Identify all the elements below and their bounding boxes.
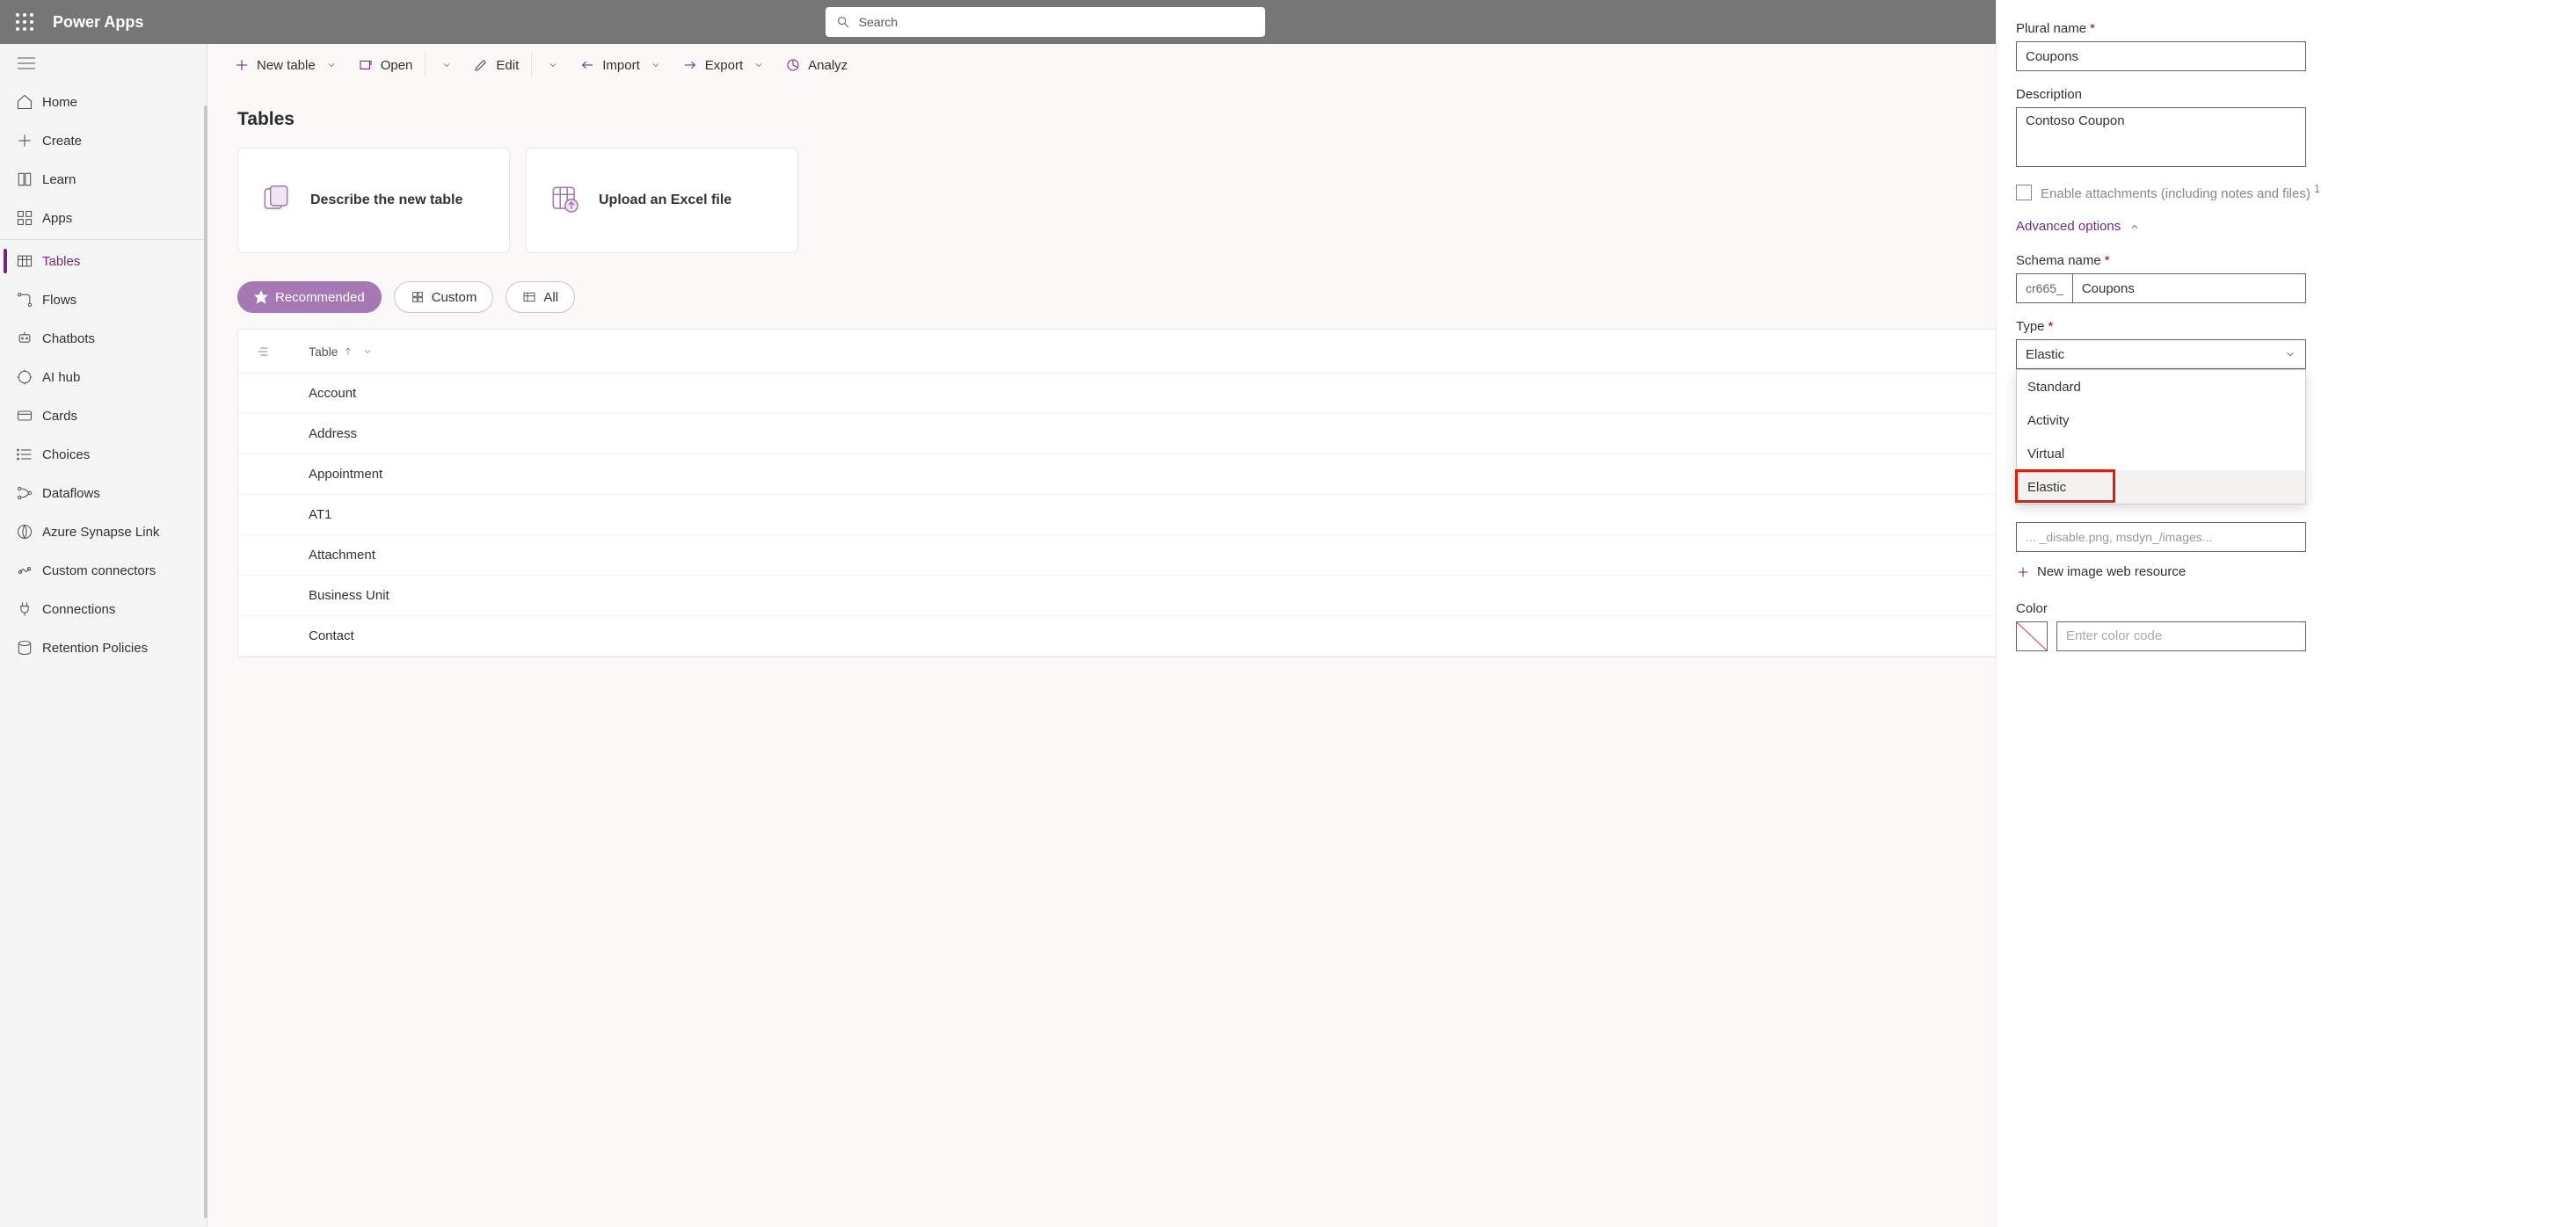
nav-learn[interactable]: Learn — [0, 160, 207, 199]
card-icon — [16, 407, 33, 425]
apps-icon — [16, 209, 33, 227]
import-button[interactable]: Import — [571, 44, 673, 86]
left-nav: Home Create Learn Apps Tables Flows Chat… — [0, 44, 207, 1227]
app-brand: Power Apps — [53, 13, 143, 32]
plus-icon — [16, 132, 33, 149]
new-image-link[interactable]: New image web resource — [2016, 564, 2186, 579]
table-icon — [16, 252, 33, 270]
nav-home[interactable]: Home — [0, 83, 207, 121]
waffle-icon[interactable] — [14, 11, 35, 33]
open-icon — [358, 57, 374, 73]
import-icon — [579, 57, 595, 73]
nav-chatbots[interactable]: Chatbots — [0, 319, 207, 358]
pill-recommended[interactable]: Recommended — [237, 281, 382, 313]
home-icon — [16, 93, 33, 111]
indent-icon — [256, 345, 270, 359]
schema-name-label: Schema name — [2016, 253, 2101, 268]
image-input[interactable]: ... _disable.png, msdyn_/images... — [2016, 522, 2306, 552]
describe-icon — [259, 182, 293, 220]
new-table-button[interactable]: New table — [225, 44, 349, 86]
type-select[interactable]: Elastic — [2016, 339, 2306, 369]
nav-synapse[interactable]: Azure Synapse Link — [0, 512, 207, 551]
ai-icon — [16, 368, 33, 386]
type-option-standard[interactable]: Standard — [2017, 370, 2305, 403]
chevron-down-icon — [647, 60, 665, 70]
color-label: Color — [2016, 601, 2048, 616]
sort-asc-icon — [343, 346, 353, 357]
analyze-icon — [785, 57, 801, 73]
book-icon — [16, 171, 33, 188]
color-input[interactable]: Enter color code — [2056, 621, 2306, 651]
list-icon — [16, 446, 33, 463]
checkbox-icon — [2016, 185, 2032, 200]
schema-name-input[interactable]: cr665_ Coupons — [2016, 273, 2306, 303]
type-option-activity[interactable]: Activity — [2017, 403, 2305, 437]
description-input[interactable]: Contoso Coupon — [2016, 107, 2306, 167]
search-placeholder: Search — [859, 15, 898, 29]
grid-icon — [411, 290, 425, 304]
type-option-virtual[interactable]: Virtual — [2017, 437, 2305, 470]
flow-icon — [16, 291, 33, 309]
export-button[interactable]: Export — [673, 44, 776, 86]
chevron-down-icon — [2284, 348, 2296, 360]
table-icon — [522, 290, 536, 304]
nav-connections[interactable]: Connections — [0, 590, 207, 628]
edit-button[interactable]: Edit — [464, 44, 528, 86]
edit-dropdown[interactable] — [535, 44, 571, 86]
nav-dataflows[interactable]: Dataflows — [0, 474, 207, 512]
export-icon — [682, 57, 698, 73]
plural-name-label: Plural name — [2016, 21, 2086, 36]
pencil-icon — [473, 57, 489, 73]
color-swatch[interactable] — [2016, 621, 2048, 651]
type-label: Type — [2016, 319, 2045, 334]
database-icon — [16, 639, 33, 657]
open-button[interactable]: Open — [349, 44, 422, 86]
enable-attachments-checkbox[interactable]: Enable attachments (including notes and … — [2016, 183, 2550, 201]
pill-custom[interactable]: Custom — [394, 281, 494, 313]
search-input[interactable]: Search — [826, 7, 1265, 37]
chevron-down-icon — [438, 60, 455, 70]
search-icon — [836, 15, 850, 29]
nav-choices[interactable]: Choices — [0, 435, 207, 474]
nav-aihub[interactable]: AI hub — [0, 358, 207, 396]
dataflow-icon — [16, 484, 33, 502]
chevron-up-icon — [2129, 221, 2140, 232]
plug-icon — [16, 600, 33, 618]
plural-name-input[interactable]: Coupons — [2016, 41, 2306, 71]
type-option-elastic[interactable]: Elastic — [2017, 470, 2305, 504]
nav-create[interactable]: Create — [0, 121, 207, 160]
chevron-down-icon — [323, 60, 340, 70]
pill-all[interactable]: All — [506, 281, 575, 313]
chevron-down-icon — [544, 60, 562, 70]
card-upload-excel[interactable]: Upload an Excel file — [526, 148, 798, 253]
nav-retention[interactable]: Retention Policies — [0, 628, 207, 667]
chatbot-icon — [16, 330, 33, 347]
type-dropdown: Standard Activity Virtual Elastic — [2016, 369, 2306, 505]
plus-icon — [234, 57, 250, 73]
properties-panel: Plural name* Coupons Description Contoso… — [1996, 0, 2576, 1227]
schema-prefix: cr665_ — [2016, 273, 2072, 303]
description-label: Description — [2016, 87, 2082, 102]
connector-icon — [16, 562, 33, 579]
nav-customconn[interactable]: Custom connectors — [0, 551, 207, 590]
synapse-icon — [16, 523, 33, 541]
advanced-options-toggle[interactable]: Advanced options — [2016, 219, 2140, 234]
plus-icon — [2016, 565, 2030, 579]
chevron-down-icon[interactable] — [359, 346, 376, 357]
nav-tables[interactable]: Tables — [0, 242, 207, 280]
upload-icon — [548, 182, 581, 220]
nav-collapse-button[interactable] — [0, 44, 207, 83]
nav-cards[interactable]: Cards — [0, 396, 207, 435]
chevron-down-icon — [750, 60, 768, 70]
analyze-button[interactable]: Analyz — [776, 44, 856, 86]
star-icon — [254, 290, 268, 304]
nav-flows[interactable]: Flows — [0, 280, 207, 319]
nav-apps[interactable]: Apps — [0, 199, 207, 237]
card-describe-table[interactable]: Describe the new table — [237, 148, 510, 253]
open-dropdown[interactable] — [429, 44, 464, 86]
